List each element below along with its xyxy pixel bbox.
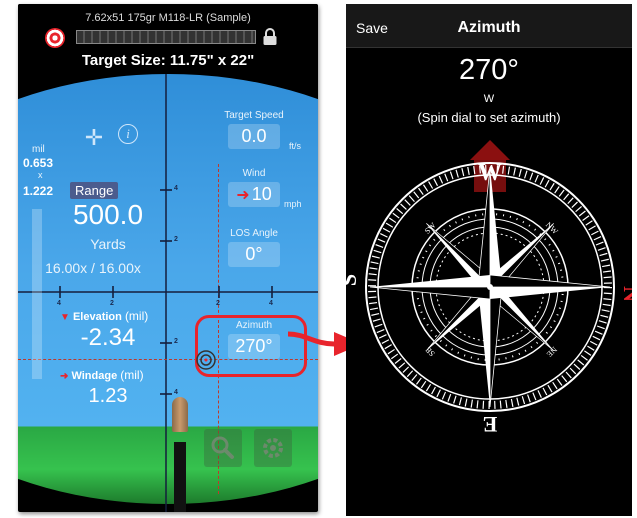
range-unit: Yards [90, 236, 126, 252]
compass-label-ne: NE [545, 345, 559, 359]
wind-direction-icon: ➜ [236, 187, 250, 204]
compass-label-n: N [619, 286, 632, 302]
reticle-tick [59, 286, 61, 298]
windage-unit: (mil) [120, 368, 144, 382]
reticle-tick [160, 342, 172, 344]
mil-width-value: 0.653 [23, 156, 54, 170]
ammo-label[interactable]: 7.62x51 175gr M118-LR (Sample) [18, 12, 318, 24]
wind-value: 10 [251, 184, 272, 204]
los-angle-label: LOS Angle [230, 228, 278, 239]
nav-bar: Save Azimuth [346, 4, 632, 48]
move-icon[interactable]: ✛ [82, 126, 106, 150]
windage-label: ➜ Windage (mil) [60, 368, 144, 382]
elevation-label-text: Elevation [72, 311, 122, 323]
tick-label: 4 [174, 185, 178, 192]
tick-label: 2 [174, 236, 178, 243]
search-button[interactable] [204, 429, 242, 467]
mil-x: x [38, 170, 43, 180]
wind-unit: mph [284, 199, 302, 209]
gear-icon [263, 438, 283, 458]
lock-icon[interactable] [262, 28, 278, 46]
windage-value: 1.23 [88, 385, 128, 407]
elevation-unit: (mil) [124, 309, 149, 323]
info-icon[interactable]: i [118, 124, 138, 144]
arrow-right-icon: ➜ [60, 371, 69, 382]
target-size: Target Size: 11.75" x 22" [81, 52, 255, 69]
compass-label-s: S [346, 274, 361, 286]
compass-label-w: W [478, 160, 502, 186]
mil-label: mil [32, 144, 45, 155]
mil-height-value: 1.222 [23, 184, 54, 198]
target-size-slider[interactable] [76, 30, 256, 44]
tick-label: 2 [110, 300, 114, 307]
los-angle-value[interactable]: 0° [228, 242, 280, 267]
tick-label: 4 [269, 300, 273, 307]
reticle-tick [160, 393, 172, 395]
reticle-tick [218, 286, 220, 298]
compass-dial[interactable]: W N S E SW NW NE SE [346, 132, 632, 442]
wind-value-box[interactable]: ➜ 10 [228, 182, 280, 207]
range-button[interactable]: Range [70, 182, 119, 199]
stage: 7.62x51 175gr M118-LR (Sample) Target Si… [0, 0, 637, 518]
arrow-down-icon: ▼ [60, 312, 70, 323]
page-title: Azimuth [457, 19, 521, 36]
elevation-label: ▼ Elevation (mil) [60, 309, 148, 323]
scope-screen: 7.62x51 175gr M118-LR (Sample) Target Si… [18, 4, 318, 512]
reticle-tick [160, 189, 172, 191]
azimuth-hint: (Spin dial to set azimuth) [417, 110, 561, 125]
bullet-icon [172, 397, 188, 432]
reticle-post [174, 442, 186, 512]
los-angle-panel: LOS Angle 0° [204, 228, 304, 267]
tick-label: 4 [57, 300, 61, 307]
compass-label-se: SE [424, 345, 437, 358]
reticle-tick [271, 286, 273, 298]
tick-label: 2 [216, 300, 220, 307]
azimuth-readout: 270° [459, 54, 519, 86]
target-icon[interactable] [45, 28, 65, 48]
zoom-level: 16.00x / 16.00x [45, 260, 141, 276]
azimuth-marker [470, 140, 510, 160]
reticle-tick [112, 286, 114, 298]
settings-button[interactable] [254, 429, 292, 467]
range-slider-track[interactable] [32, 209, 42, 379]
windage-label-text: Windage [71, 370, 118, 382]
elevation-value: -2.34 [80, 324, 136, 351]
tick-label: 2 [174, 338, 178, 345]
wind-label: Wind [242, 168, 266, 179]
crosshair-icon [196, 350, 216, 370]
azimuth-screen: Save Azimuth 270° W (Spin dial to set az… [346, 4, 632, 516]
header: 7.62x51 175gr M118-LR (Sample) Target Si… [18, 4, 318, 74]
compass-label-e: E [483, 412, 498, 437]
search-icon [211, 436, 234, 459]
target-speed-value[interactable]: 0.0 [228, 124, 280, 149]
target-speed-label: Target Speed [224, 110, 284, 121]
reticle-horizontal [18, 291, 318, 293]
tick-label: 4 [174, 389, 178, 396]
target-speed-unit: ft/s [289, 141, 302, 151]
azimuth-direction: W [483, 93, 495, 105]
reticle-vertical [165, 74, 167, 512]
range-value[interactable]: 500.0 [52, 199, 164, 231]
